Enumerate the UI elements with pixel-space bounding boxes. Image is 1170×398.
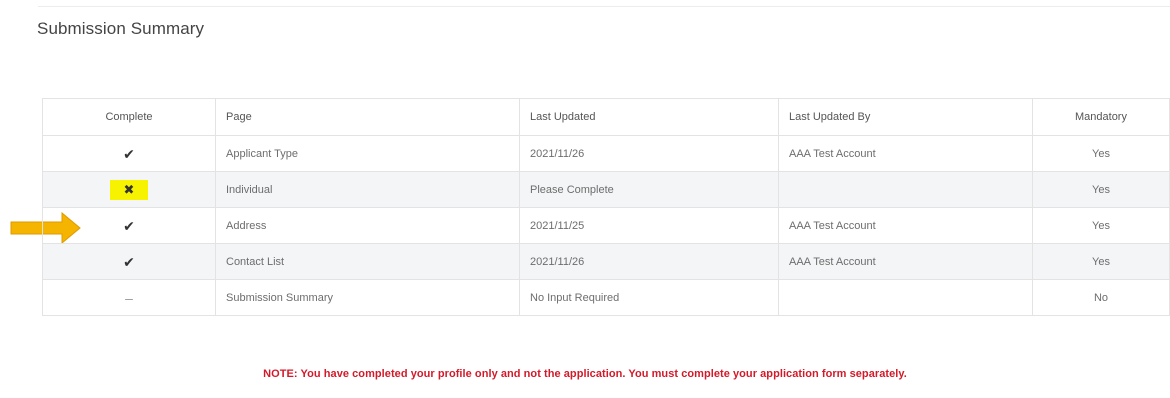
page-title: Submission Summary [37, 19, 205, 38]
dash-icon: – [125, 289, 133, 306]
table-row[interactable]: – Submission Summary No Input Required N… [42, 279, 1170, 316]
column-header-last-updated: Last Updated [519, 98, 779, 136]
last-updated-by-cell [778, 279, 1033, 316]
status-cell: – [42, 279, 216, 316]
cross-icon: ✖ [109, 179, 149, 200]
table-header-row: Complete Page Last Updated Last Updated … [42, 98, 1170, 136]
table-row[interactable]: ✔ Address 2021/11/25 AAA Test Account Ye… [42, 207, 1170, 244]
mandatory-cell: Yes [1032, 243, 1170, 280]
mandatory-cell: Yes [1032, 135, 1170, 172]
table-row[interactable]: ✖ Individual Please Complete Yes [42, 171, 1170, 208]
last-updated-cell: 2021/11/26 [519, 243, 779, 280]
column-header-mandatory: Mandatory [1032, 98, 1170, 136]
page-cell[interactable]: Individual [215, 171, 520, 208]
last-updated-cell: Please Complete [519, 171, 779, 208]
column-header-page: Page [215, 98, 520, 136]
column-header-complete: Complete [42, 98, 216, 136]
last-updated-by-cell: AAA Test Account [778, 243, 1033, 280]
status-cell: ✔ [42, 207, 216, 244]
last-updated-by-cell: AAA Test Account [778, 135, 1033, 172]
mandatory-cell: Yes [1032, 207, 1170, 244]
last-updated-cell: 2021/11/26 [519, 135, 779, 172]
check-icon: ✔ [123, 145, 135, 162]
status-cell: ✔ [42, 243, 216, 280]
table-row[interactable]: ✔ Contact List 2021/11/26 AAA Test Accou… [42, 243, 1170, 280]
profile-note: NOTE: You have completed your profile on… [263, 368, 907, 380]
page-cell[interactable]: Applicant Type [215, 135, 520, 172]
last-updated-by-cell [778, 171, 1033, 208]
table-row[interactable]: ✔ Applicant Type 2021/11/26 AAA Test Acc… [42, 135, 1170, 172]
check-icon: ✔ [123, 217, 135, 234]
status-cell: ✖ [42, 171, 216, 208]
check-icon: ✔ [123, 253, 135, 270]
top-divider [38, 6, 1170, 7]
submission-summary-table: Complete Page Last Updated Last Updated … [42, 98, 1170, 316]
page-cell[interactable]: Submission Summary [215, 279, 520, 316]
last-updated-by-cell: AAA Test Account [778, 207, 1033, 244]
page-cell[interactable]: Address [215, 207, 520, 244]
mandatory-cell: Yes [1032, 171, 1170, 208]
mandatory-cell: No [1032, 279, 1170, 316]
last-updated-cell: 2021/11/25 [519, 207, 779, 244]
last-updated-cell: No Input Required [519, 279, 779, 316]
status-cell: ✔ [42, 135, 216, 172]
page-cell[interactable]: Contact List [215, 243, 520, 280]
column-header-last-updated-by: Last Updated By [778, 98, 1033, 136]
